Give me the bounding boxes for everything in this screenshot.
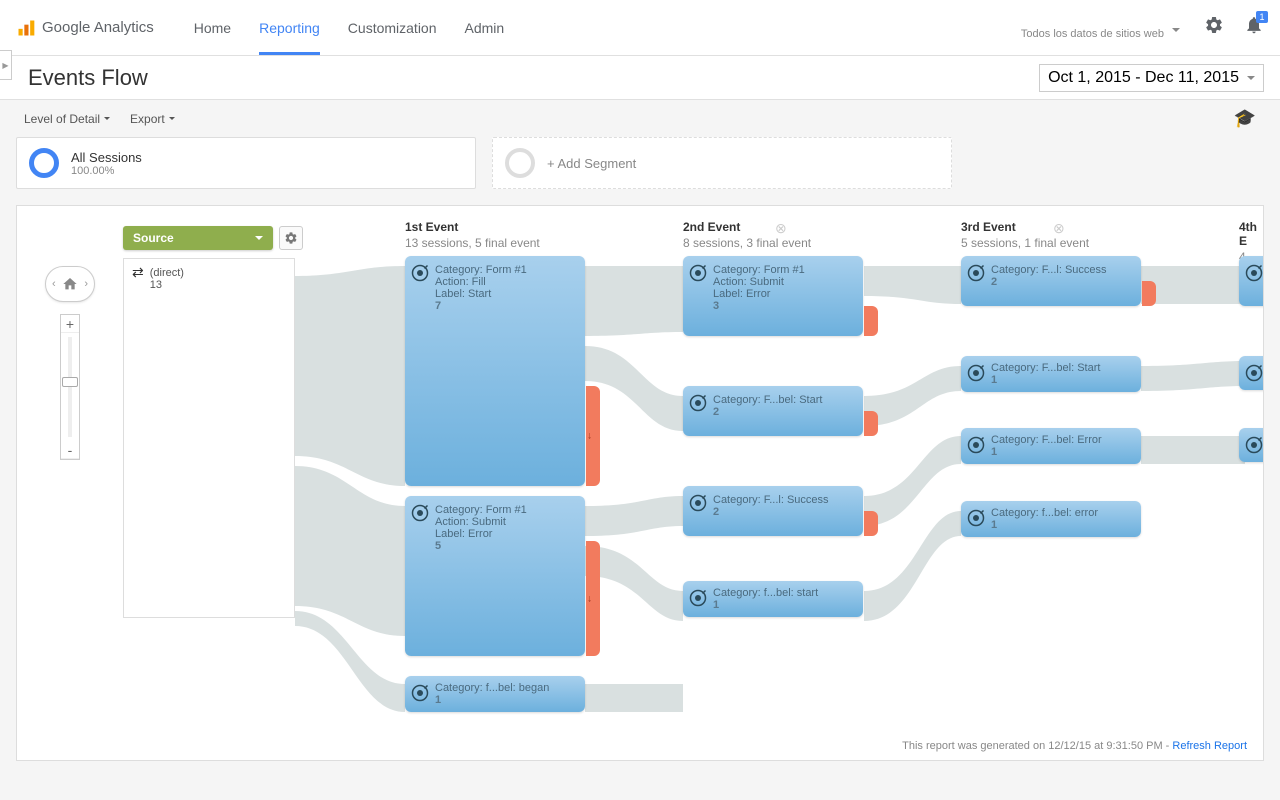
event-node[interactable]: Category: f...bel: start 1 — [683, 581, 863, 617]
global-header: Google Analytics Home Reporting Customiz… — [0, 0, 1280, 56]
event-icon — [967, 264, 985, 282]
event-icon — [967, 509, 985, 527]
event-node[interactable]: Category: f...bel: error 1 — [961, 501, 1141, 537]
segments-bar: All Sessions 100.00% + Add Segment — [0, 137, 1280, 197]
segment-all-sessions[interactable]: All Sessions 100.00% — [16, 137, 476, 189]
event-icon — [967, 364, 985, 382]
brand-logo[interactable]: Google Analytics — [16, 18, 154, 38]
zoom-in-button[interactable]: + — [61, 315, 79, 333]
report-footer: This report was generated on 12/12/15 at… — [902, 740, 1247, 752]
level-of-detail-dropdown[interactable]: Level of Detail — [24, 112, 110, 126]
event-icon — [689, 394, 707, 412]
event-node[interactable] — [1239, 356, 1264, 390]
report-toolbar: Level of Detail Export 🎓 — [0, 100, 1280, 137]
left-panel-toggle[interactable]: ▶ — [0, 50, 12, 80]
event-icon — [1245, 264, 1263, 282]
sub-header: Events Flow Oct 1, 2015 - Dec 11, 2015 — [0, 56, 1280, 100]
segment-title: All Sessions — [71, 150, 142, 165]
add-segment-label: + Add Segment — [547, 156, 636, 171]
event-icon — [411, 504, 429, 522]
primary-nav: Home Reporting Customization Admin — [194, 2, 504, 54]
source-name: (direct) — [150, 267, 184, 279]
dropoff-indicator[interactable] — [864, 511, 878, 536]
nav-home[interactable]: Home — [194, 2, 231, 54]
dropoff-indicator[interactable] — [586, 541, 600, 656]
event-node[interactable]: Category: Form #1 Action: Fill Label: St… — [405, 256, 585, 486]
chevron-left-icon: ‹ — [52, 278, 56, 290]
event-node[interactable]: Category: Form #1 Action: Submit Label: … — [683, 256, 863, 336]
dimension-selector[interactable]: Source — [123, 226, 273, 250]
zoom-handle[interactable] — [62, 377, 78, 387]
event-node[interactable]: Category: F...l: Success 2 — [961, 256, 1141, 306]
flow-visualization: ‹ › + - Source 1st Event 13 sessions, 5 … — [16, 205, 1264, 761]
dropoff-indicator[interactable] — [1142, 281, 1156, 306]
flow-controls: ‹ › + - — [45, 266, 95, 460]
event-node[interactable]: Category: F...l: Success 2 — [683, 486, 863, 536]
event-node[interactable]: Category: F...bel: Start 2 — [683, 386, 863, 436]
dimension-settings-button[interactable] — [279, 226, 303, 250]
gear-icon — [1204, 15, 1224, 35]
education-button[interactable]: 🎓 — [1234, 108, 1256, 129]
source-list[interactable]: ⇄ (direct) 13 — [123, 258, 295, 618]
column-3-header: 3rd Event 5 sessions, 1 final event ⊗ — [961, 220, 1089, 250]
notifications-button[interactable]: 1 — [1244, 15, 1264, 40]
chevron-right-icon: › — [84, 278, 88, 290]
flow-nav-control[interactable]: ‹ › — [45, 266, 95, 302]
dropoff-indicator[interactable] — [864, 306, 878, 336]
brand-name: Google Analytics — [42, 19, 154, 36]
event-icon — [411, 264, 429, 282]
graduation-cap-icon: 🎓 — [1234, 108, 1256, 128]
date-range-picker[interactable]: Oct 1, 2015 - Dec 11, 2015 — [1039, 64, 1264, 92]
segment-ring-empty-icon — [505, 148, 535, 178]
event-icon — [1245, 364, 1263, 382]
notification-badge: 1 — [1256, 11, 1268, 23]
account-picker[interactable]: Todos los datos de sitios web — [1013, 12, 1184, 44]
event-node[interactable]: Category: F...bel: Start 1 — [961, 356, 1141, 392]
event-icon — [967, 436, 985, 454]
nav-customization[interactable]: Customization — [348, 2, 437, 54]
zoom-out-button[interactable]: - — [61, 441, 79, 459]
event-icon — [1245, 436, 1263, 454]
dropoff-indicator[interactable] — [586, 386, 600, 486]
refresh-report-link[interactable]: Refresh Report — [1172, 740, 1247, 752]
account-view-name: Todos los datos de sitios web — [1021, 28, 1164, 40]
analytics-icon — [16, 18, 36, 38]
event-icon — [689, 589, 707, 607]
event-icon — [689, 494, 707, 512]
export-dropdown[interactable]: Export — [130, 112, 175, 126]
through-traffic-icon: ⇄ — [132, 267, 144, 291]
settings-button[interactable] — [1204, 15, 1224, 40]
zoom-control: + - — [60, 314, 80, 460]
zoom-slider[interactable] — [68, 337, 72, 437]
dropoff-indicator[interactable] — [864, 411, 878, 436]
add-segment-button[interactable]: + Add Segment — [492, 137, 952, 189]
event-icon — [689, 264, 707, 282]
nav-reporting[interactable]: Reporting — [259, 2, 320, 54]
page-title: Events Flow — [28, 65, 148, 91]
event-node[interactable]: Category: F...bel: Error 1 — [961, 428, 1141, 464]
column-3-remove[interactable]: ⊗ — [1053, 220, 1065, 237]
event-node[interactable] — [1239, 256, 1264, 306]
nav-admin[interactable]: Admin — [465, 2, 505, 54]
home-icon — [62, 276, 78, 292]
event-node[interactable]: Category: Form #1 Action: Submit Label: … — [405, 496, 585, 656]
source-count: 13 — [150, 279, 184, 291]
event-node[interactable] — [1239, 428, 1264, 462]
column-2-header: 2nd Event 8 sessions, 3 final event ⊗ — [683, 220, 811, 250]
gear-icon — [284, 231, 298, 245]
segment-ring-icon — [29, 148, 59, 178]
column-2-remove[interactable]: ⊗ — [775, 220, 787, 237]
column-1-header: 1st Event 13 sessions, 5 final event — [405, 220, 540, 250]
event-node[interactable]: Category: f...bel: began 1 — [405, 676, 585, 712]
event-icon — [411, 684, 429, 702]
segment-percent: 100.00% — [71, 165, 142, 177]
